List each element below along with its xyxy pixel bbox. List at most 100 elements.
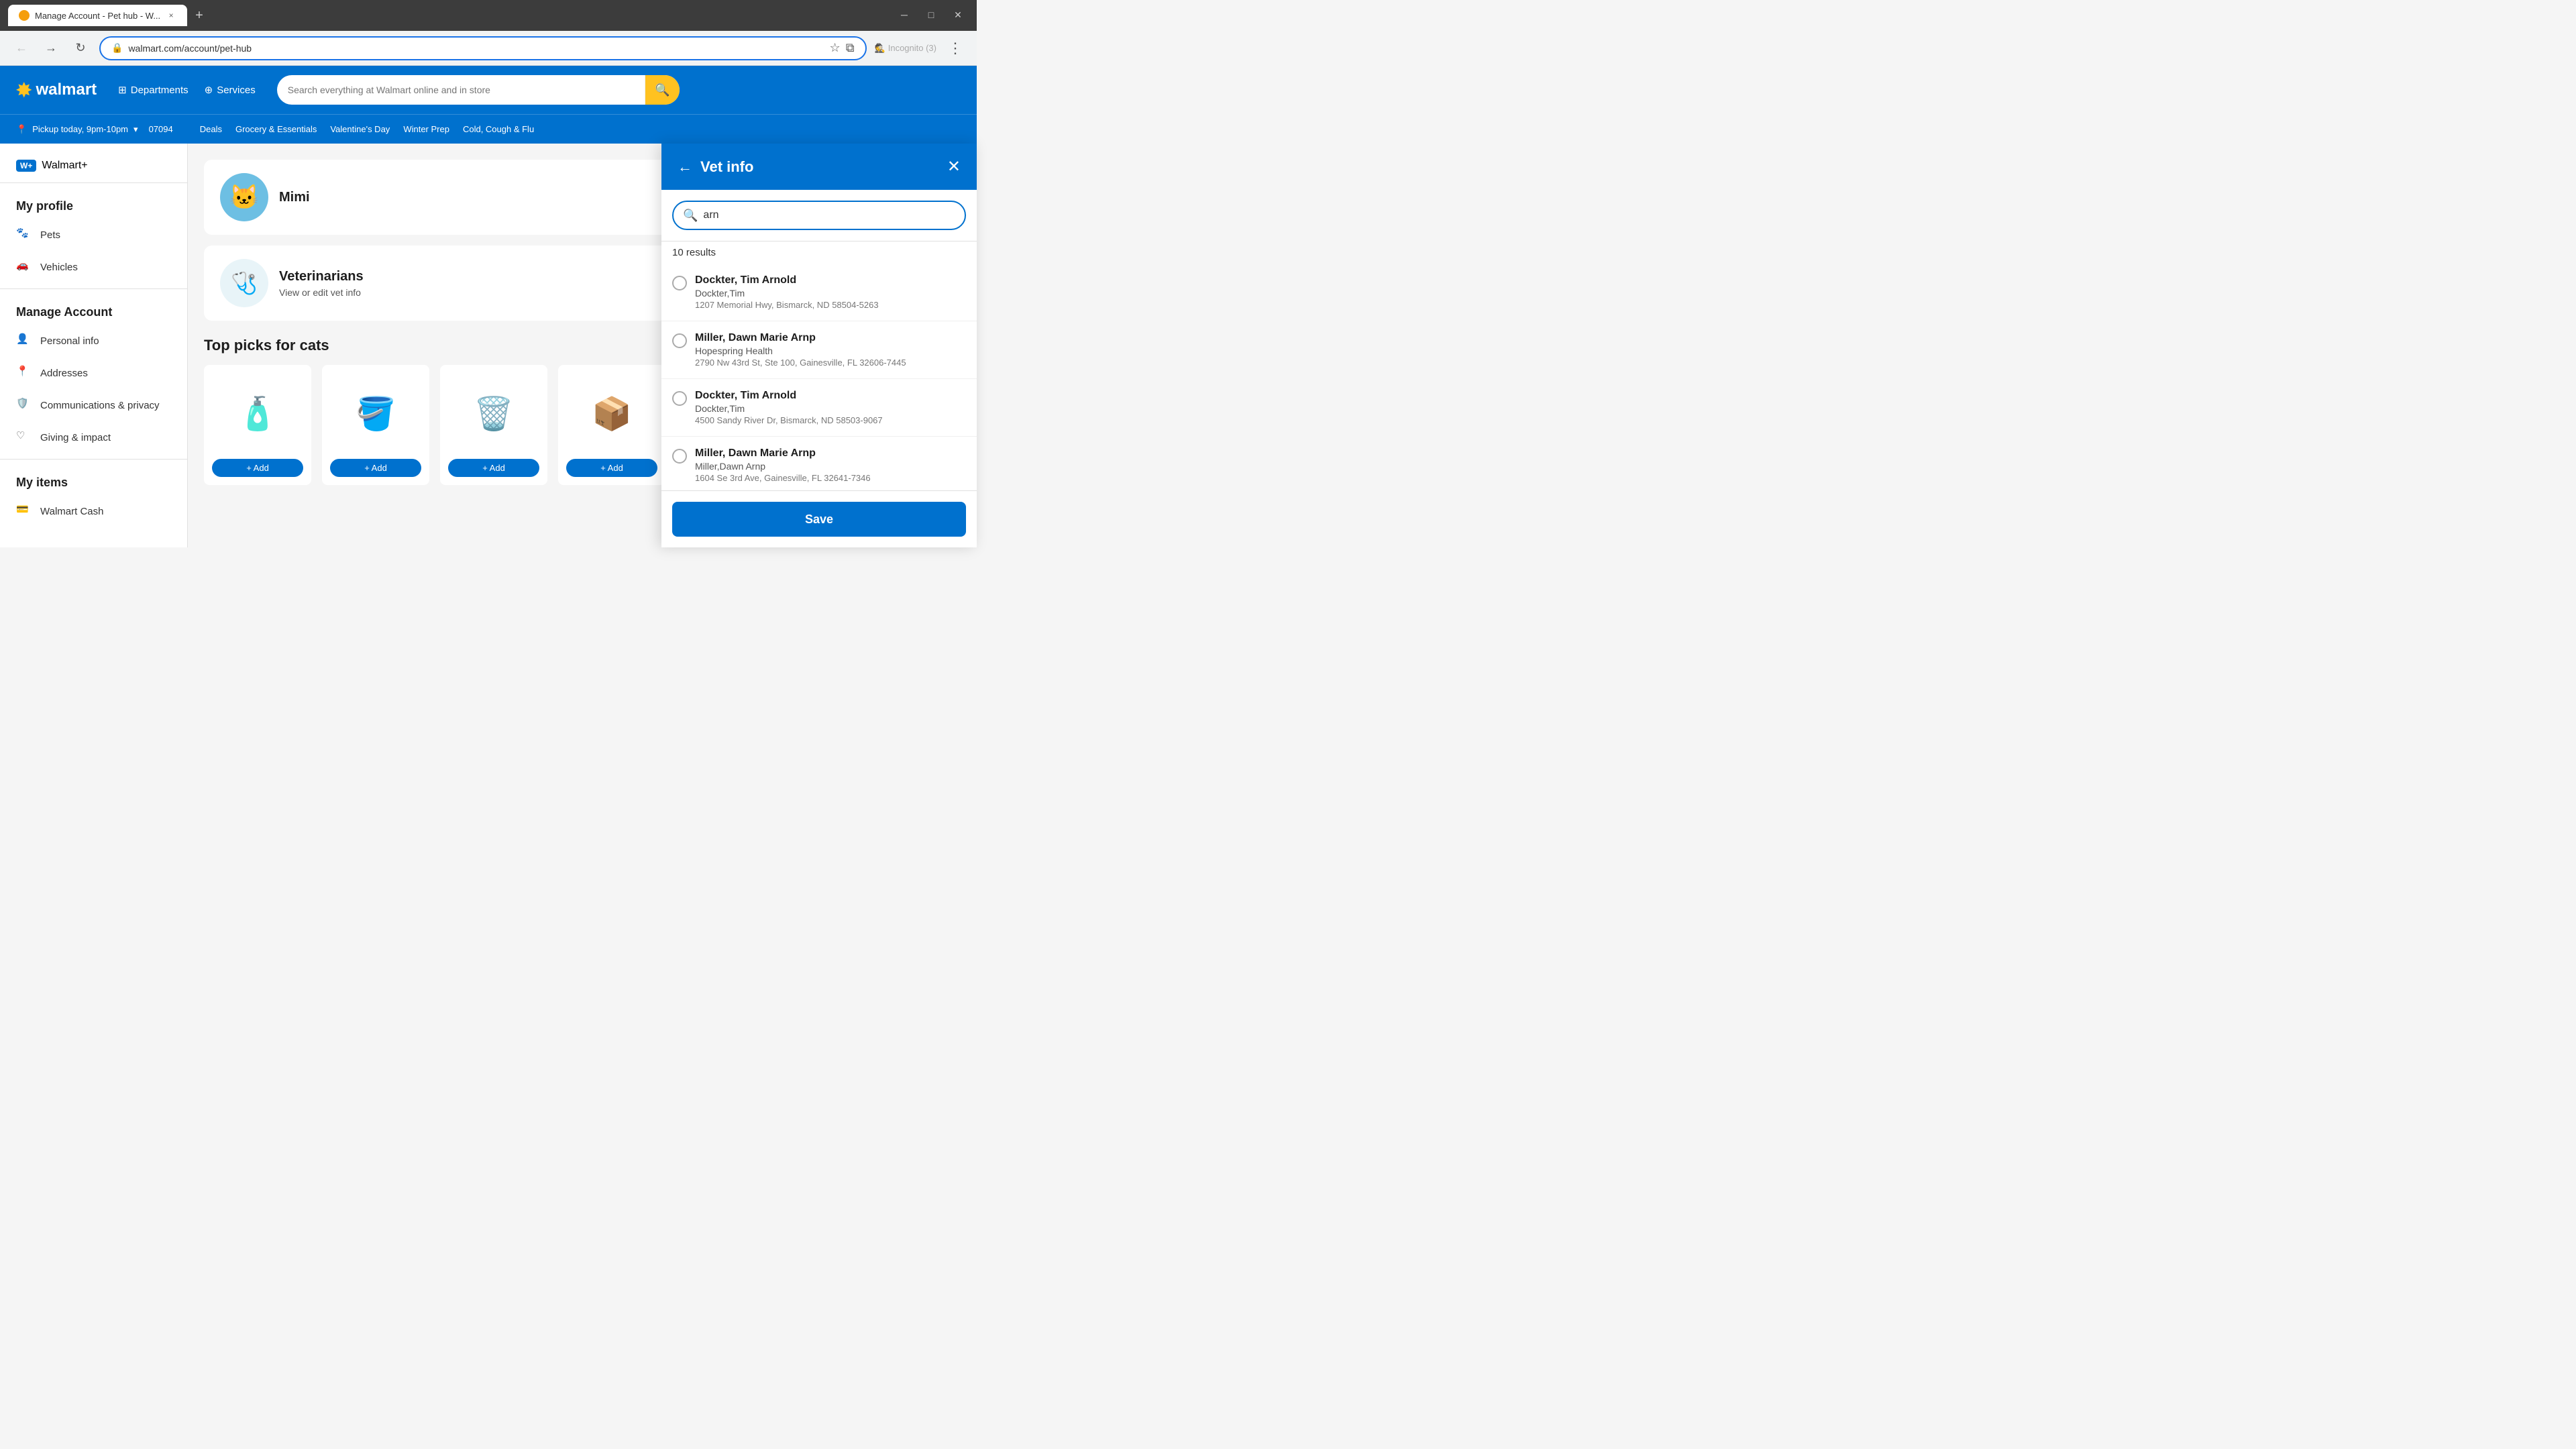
panel-footer: Save [661, 490, 977, 547]
sidebar-item-vehicles[interactable]: 🚗 Vehicles [0, 251, 187, 283]
incognito-icon: 🕵️ [875, 43, 885, 54]
incognito-button[interactable]: 🕵️ Incognito (3) [875, 43, 936, 54]
sidebar-item-communications[interactable]: 🛡️ Communications & privacy [0, 389, 187, 421]
valentines-link[interactable]: Valentine's Day [330, 124, 390, 134]
vet-card-title: Veterinarians [279, 269, 364, 284]
close-button[interactable]: ✕ [950, 7, 966, 23]
wallet-label: Walmart Cash [40, 506, 103, 517]
pets-icon: 🐾 [16, 227, 32, 243]
results-count: 10 results [661, 241, 977, 264]
wallet-icon: 💳 [16, 503, 32, 519]
pickup-label: Pickup today, 9pm-10pm [32, 124, 128, 134]
shield-icon: 🛡️ [16, 397, 32, 413]
add-button-1[interactable]: + Add [212, 459, 303, 477]
giving-label: Giving & impact [40, 432, 111, 443]
my-profile-heading: My profile [0, 189, 187, 219]
address-bar[interactable]: 🔒 ☆ ⧉ [99, 36, 867, 60]
add-button-3[interactable]: + Add [448, 459, 539, 477]
maximize-button[interactable]: □ [923, 7, 939, 23]
result-item-4[interactable]: Miller, Dawn Marie Arnp Miller,Dawn Arnp… [661, 437, 977, 490]
search-input[interactable] [288, 85, 639, 95]
sidebar-item-giving[interactable]: ♡ Giving & impact [0, 421, 187, 453]
sidebar-item-wallet[interactable]: 💳 Walmart Cash [0, 495, 187, 527]
tab-title: Manage Account - Pet hub - W... [35, 11, 160, 21]
deals-link[interactable]: Deals [200, 124, 222, 134]
reload-button[interactable]: ↻ [70, 38, 91, 59]
radio-button-2[interactable] [672, 333, 687, 348]
result-name-2: Miller, Dawn Marie Arnp [695, 332, 966, 344]
browser-chrome: Manage Account - Pet hub - W... × + ─ □ … [0, 0, 977, 31]
radio-button-4[interactable] [672, 449, 687, 464]
panel-close-button[interactable]: ✕ [947, 157, 961, 176]
walmart-plus-item[interactable]: W+ Walmart+ [0, 154, 187, 177]
pet-info: Mimi [279, 190, 310, 205]
radio-button-3[interactable] [672, 391, 687, 406]
menu-button[interactable]: ⋮ [945, 38, 966, 59]
panel-title: Vet info [700, 158, 939, 176]
sub-nav: 📍 Pickup today, 9pm-10pm ▾ 07094 Deals G… [0, 114, 977, 144]
radio-button-1[interactable] [672, 276, 687, 290]
stethoscope-icon: 🩺 [231, 270, 258, 296]
vet-info: Veterinarians View or edit vet info [279, 269, 364, 298]
communications-label: Communications & privacy [40, 400, 160, 411]
bookmark-icon[interactable]: ☆ [830, 41, 841, 55]
address-input[interactable] [128, 43, 824, 54]
sidebar-divider-2 [0, 288, 187, 289]
vehicles-label: Vehicles [40, 262, 78, 273]
walmart-wordmark: walmart [36, 80, 97, 99]
vet-avatar: 🩺 [220, 259, 268, 307]
product-card-1: 🧴 + Add [204, 365, 311, 485]
back-arrow-icon: ← [678, 158, 692, 176]
product-card-3: 🗑️ + Add [440, 365, 547, 485]
result-item-3[interactable]: Dockter, Tim Arnold Dockter,Tim 4500 San… [661, 379, 977, 437]
person-icon: 👤 [16, 333, 32, 349]
minimize-button[interactable]: ─ [896, 7, 912, 23]
result-item-1[interactable]: Dockter, Tim Arnold Dockter,Tim 1207 Mem… [661, 264, 977, 321]
vet-search-input[interactable] [703, 209, 955, 221]
back-button[interactable]: ← [11, 38, 32, 59]
sidebar-item-pets[interactable]: 🐾 Pets [0, 219, 187, 251]
grocery-link[interactable]: Grocery & Essentials [235, 124, 317, 134]
departments-link[interactable]: ⊞ Departments [118, 84, 188, 96]
result-name-4: Miller, Dawn Marie Arnp [695, 447, 966, 460]
incognito-label: Incognito (3) [888, 43, 936, 53]
tab-favicon [19, 10, 30, 21]
split-view-icon[interactable]: ⧉ [846, 41, 855, 55]
result-practice-4: Miller,Dawn Arnp [695, 461, 966, 472]
result-address-2: 2790 Nw 43rd St, Ste 100, Gainesville, F… [695, 358, 966, 368]
my-items-heading: My items [0, 465, 187, 495]
pet-name: Mimi [279, 190, 310, 205]
sidebar-item-addresses[interactable]: 📍 Addresses [0, 357, 187, 389]
page-wrapper: W+ Walmart+ My profile 🐾 Pets 🚗 Vehicles… [0, 144, 977, 547]
departments-label: Departments [131, 85, 189, 96]
result-item-2[interactable]: Miller, Dawn Marie Arnp Hopespring Healt… [661, 321, 977, 379]
services-link[interactable]: ⊕ Services [205, 84, 256, 96]
panel-back-button[interactable]: ← [678, 158, 692, 176]
new-tab-button[interactable]: + [193, 5, 206, 26]
active-tab[interactable]: Manage Account - Pet hub - W... × [8, 5, 187, 26]
save-button[interactable]: Save [672, 502, 966, 537]
sidebar-item-personal-info[interactable]: 👤 Personal info [0, 325, 187, 357]
winter-prep-link[interactable]: Winter Prep [403, 124, 449, 134]
add-button-4[interactable]: + Add [566, 459, 657, 477]
tab-close-button[interactable]: × [166, 10, 176, 21]
result-info-1: Dockter, Tim Arnold Dockter,Tim 1207 Mem… [695, 274, 966, 310]
address-bar-row: ← → ↻ 🔒 ☆ ⧉ 🕵️ Incognito (3) ⋮ [0, 31, 977, 66]
paw-icon: 🐱 [229, 183, 260, 211]
result-practice-1: Dockter,Tim [695, 288, 966, 299]
result-address-4: 1604 Se 3rd Ave, Gainesville, FL 32641-7… [695, 473, 966, 483]
pickup-info[interactable]: 📍 Pickup today, 9pm-10pm ▾ 07094 [16, 124, 173, 135]
addresses-label: Addresses [40, 368, 88, 379]
cold-cough-link[interactable]: Cold, Cough & Flu [463, 124, 534, 134]
walmart-header: ✸ walmart ⊞ Departments ⊕ Services 🔍 [0, 66, 977, 114]
pet-avatar: 🐱 [220, 173, 268, 221]
product-image-2: 🪣 [335, 373, 416, 453]
header-nav: ⊞ Departments ⊕ Services [118, 84, 256, 96]
walmart-logo[interactable]: ✸ walmart [16, 79, 97, 101]
product-card-2: 🪣 + Add [322, 365, 429, 485]
add-button-2[interactable]: + Add [330, 459, 421, 477]
services-label: Services [217, 85, 256, 96]
result-name-1: Dockter, Tim Arnold [695, 274, 966, 286]
forward-button[interactable]: → [40, 38, 62, 59]
search-button[interactable]: 🔍 [645, 75, 680, 105]
